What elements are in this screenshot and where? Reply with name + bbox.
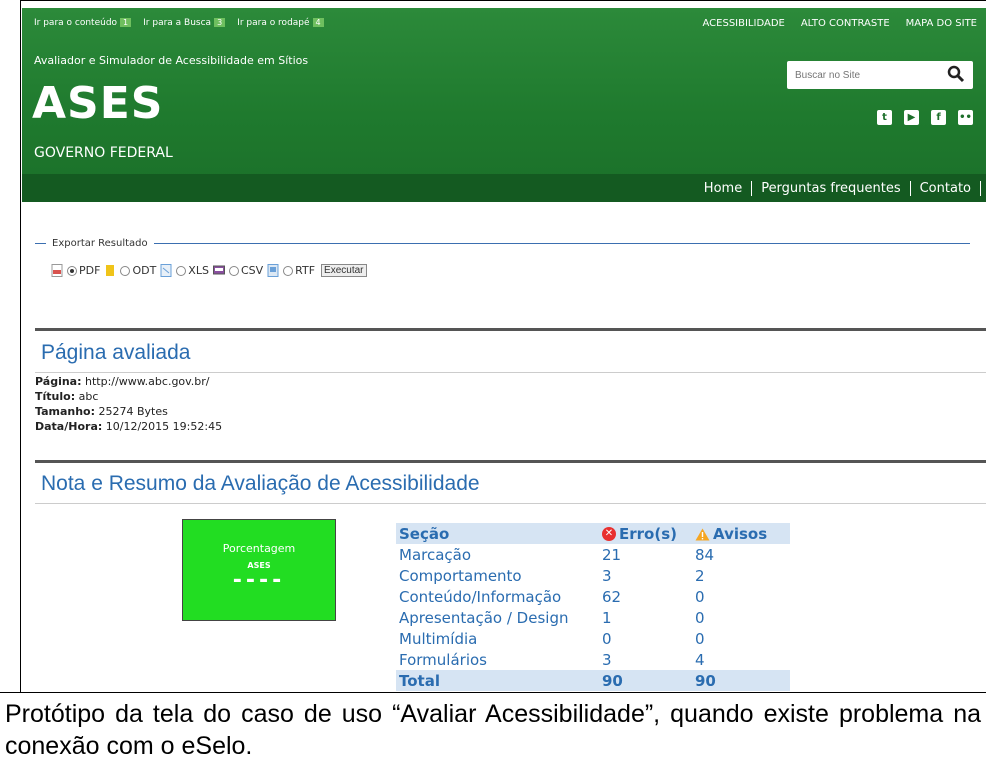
site-logo[interactable]: ASES xyxy=(32,78,164,129)
table-row: Apresentação / Design 1 0 xyxy=(399,608,705,627)
main-nav: Home Perguntas frequentes Contato xyxy=(22,174,986,202)
nav-contato[interactable]: Contato xyxy=(911,180,981,196)
csv-file-icon xyxy=(212,265,225,275)
search-icon[interactable] xyxy=(947,65,965,83)
legend-dash xyxy=(35,243,46,244)
search-box xyxy=(787,61,973,89)
header-warnings: Avisos xyxy=(692,523,790,544)
radio-rtf[interactable] xyxy=(283,265,294,276)
summary-rule xyxy=(35,503,986,504)
rtf-file-icon xyxy=(267,264,279,277)
info-title: Título: abc xyxy=(35,390,99,403)
search-input[interactable] xyxy=(787,68,947,82)
caption-rule xyxy=(0,692,986,693)
table-row: Multimídia 0 0 xyxy=(399,629,705,648)
section-divider-summary xyxy=(35,460,986,463)
percentage-label: Porcentagem xyxy=(222,542,296,555)
figure-caption: Protótipo da tela do caso de uso “Avalia… xyxy=(5,700,981,760)
legend-line xyxy=(153,243,970,244)
skip-link-search[interactable]: Ir para a Busca 3 xyxy=(143,18,231,28)
twitter-icon[interactable]: t xyxy=(877,110,892,125)
site-header: Ir para o conteúdo 1 Ir para a Busca 3 Ir … xyxy=(22,8,986,202)
percentage-box: Porcentagem ASES ---- xyxy=(182,519,336,621)
export-options: PDF ODT XLS CSV RTF Executar xyxy=(51,264,367,277)
link-mapa-do-site[interactable]: MAPA DO SITE xyxy=(906,18,977,29)
nav-faq[interactable]: Perguntas frequentes xyxy=(752,180,911,196)
error-icon: ✕ xyxy=(602,527,616,541)
youtube-icon[interactable]: ▶ xyxy=(904,110,919,125)
export-option-pdf[interactable]: PDF xyxy=(51,264,100,277)
evaluated-rule xyxy=(35,372,986,373)
info-page: Página: http://www.abc.gov.br/ xyxy=(35,375,210,388)
top-links: ACESSIBILIDADE ALTO CONTRASTE MAPA DO SI… xyxy=(703,18,977,29)
radio-csv[interactable] xyxy=(228,265,239,276)
table-header-row: Seção ✕ Erro(s) Avisos xyxy=(396,523,790,544)
pdf-file-icon xyxy=(51,264,63,277)
nav-home[interactable]: Home xyxy=(695,180,753,196)
skip-links: Ir para o conteúdo 1 Ir para a Busca 3 Ir … xyxy=(34,18,330,28)
export-option-rtf[interactable]: RTF xyxy=(267,264,315,277)
export-option-odt[interactable]: ODT xyxy=(104,264,156,277)
facebook-icon[interactable]: f xyxy=(931,110,946,125)
summary-table: Seção ✕ Erro(s) Avisos Marcação 21 84 Compo… xyxy=(396,523,790,691)
export-fieldset-legend: Exportar Resultado xyxy=(35,238,970,249)
table-row: Marcação 21 84 xyxy=(399,545,715,564)
radio-odt[interactable] xyxy=(120,265,131,276)
section-divider-evaluated xyxy=(35,328,986,331)
skip-link-footer[interactable]: Ir para o rodapé 4 xyxy=(237,18,329,28)
summary-title: Nota e Resumo da Avaliação de Acessibili… xyxy=(41,472,480,495)
link-alto-contraste[interactable]: ALTO CONTRASTE xyxy=(801,18,890,29)
frame-top-rule xyxy=(21,0,986,1)
percentage-value: ---- xyxy=(232,568,286,593)
skip-link-content[interactable]: Ir para o conteúdo 1 xyxy=(34,18,137,28)
xls-file-icon xyxy=(160,264,172,277)
export-option-xls[interactable]: XLS xyxy=(160,264,209,277)
evaluated-title: Página avaliada xyxy=(41,341,191,364)
link-acessibilidade[interactable]: ACESSIBILIDADE xyxy=(703,18,785,29)
radio-pdf[interactable] xyxy=(67,265,77,276)
odt-file-icon xyxy=(106,265,115,276)
table-row: Conteúdo/Informação 62 0 xyxy=(399,587,705,606)
warning-icon xyxy=(695,528,710,540)
info-size: Tamanho: 25274 Bytes xyxy=(35,405,168,418)
gov-label: GOVERNO FEDERAL xyxy=(34,145,173,161)
flickr-icon[interactable]: •• xyxy=(958,110,973,125)
export-legend-label: Exportar Resultado xyxy=(52,238,148,249)
header-section: Seção xyxy=(396,523,599,544)
social-links: t ▶ f •• xyxy=(877,110,973,125)
table-row: Comportamento 3 2 xyxy=(399,566,705,585)
site-subtitle: Avaliador e Simulador de Acessibilidade … xyxy=(34,54,309,67)
header-errors: ✕ Erro(s) xyxy=(599,523,692,544)
radio-xls[interactable] xyxy=(176,265,187,276)
export-option-csv[interactable]: CSV xyxy=(212,264,263,277)
screenshot-frame: Ir para o conteúdo 1 Ir para a Busca 3 Ir … xyxy=(20,0,986,692)
execute-button[interactable]: Executar xyxy=(321,264,367,277)
table-total-row: Total 90 90 xyxy=(396,670,790,691)
table-row: Formulários 3 4 xyxy=(399,650,705,669)
evaluated-info: Página: http://www.abc.gov.br/ Título: a… xyxy=(35,374,222,434)
info-datetime: Data/Hora: 10/12/2015 19:52:45 xyxy=(35,420,223,433)
